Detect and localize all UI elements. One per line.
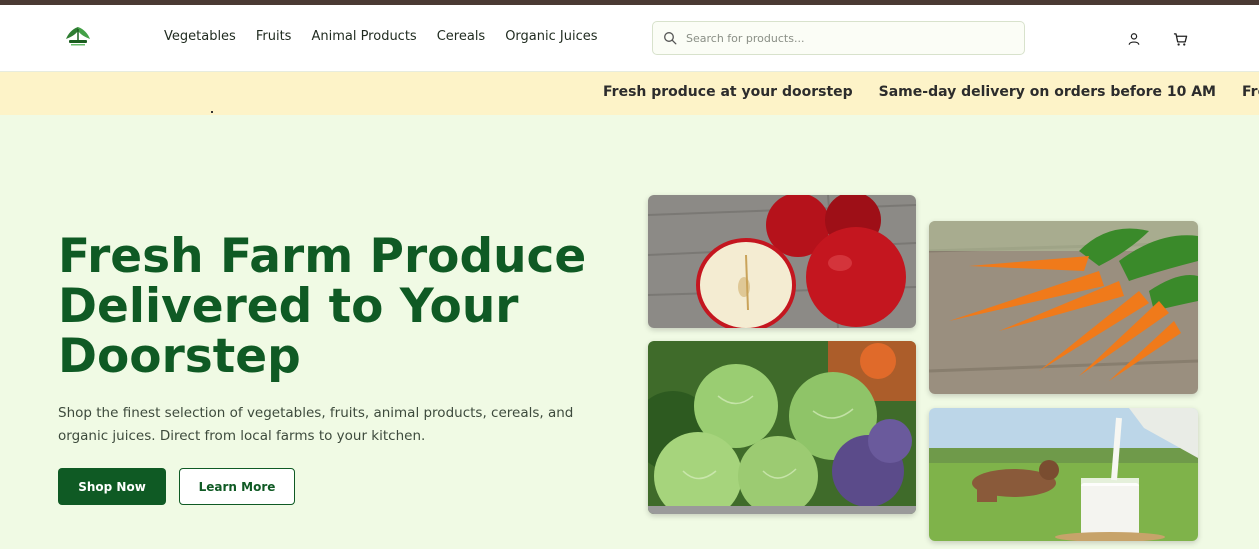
- site-header: Vegetables Fruits Animal Products Cereal…: [0, 5, 1259, 72]
- apples-image[interactable]: [648, 195, 916, 328]
- search-icon: [664, 32, 677, 45]
- announcement-ticker: Fresh produce at your doorstep Same-day …: [0, 72, 1259, 115]
- nav-vegetables[interactable]: Vegetables: [164, 29, 236, 44]
- hero-title: Fresh Farm Produce Delivered to Your Doo…: [58, 229, 587, 384]
- search-box[interactable]: [652, 21, 1025, 55]
- cabbage-image[interactable]: [648, 341, 916, 514]
- hero-subtitle: Shop the finest selection of vegetables,…: [58, 405, 574, 444]
- leaf-logo-icon[interactable]: [64, 25, 92, 47]
- ticker-item: Same-day delivery on orders before 10 AM: [878, 84, 1216, 100]
- shop-now-button[interactable]: Shop Now: [58, 468, 166, 505]
- ticker-item: Fresh produce at your doorstep: [603, 84, 853, 100]
- milk-image[interactable]: [929, 408, 1198, 541]
- learn-more-button[interactable]: Learn More: [179, 468, 295, 505]
- stray-dot: [211, 111, 213, 113]
- nav-animal-products[interactable]: Animal Products: [311, 29, 416, 44]
- nav-cereals[interactable]: Cereals: [437, 29, 485, 44]
- ticker-item: Free delivery on orders over: [1242, 84, 1259, 100]
- search-input[interactable]: [686, 31, 1006, 45]
- main-nav: Vegetables Fruits Animal Products Cereal…: [164, 29, 598, 44]
- cart-icon[interactable]: [1172, 31, 1188, 47]
- nav-fruits[interactable]: Fruits: [256, 29, 292, 44]
- nav-organic-juices[interactable]: Organic Juices: [505, 29, 597, 44]
- carrots-image[interactable]: [929, 221, 1198, 394]
- user-icon[interactable]: [1126, 31, 1142, 47]
